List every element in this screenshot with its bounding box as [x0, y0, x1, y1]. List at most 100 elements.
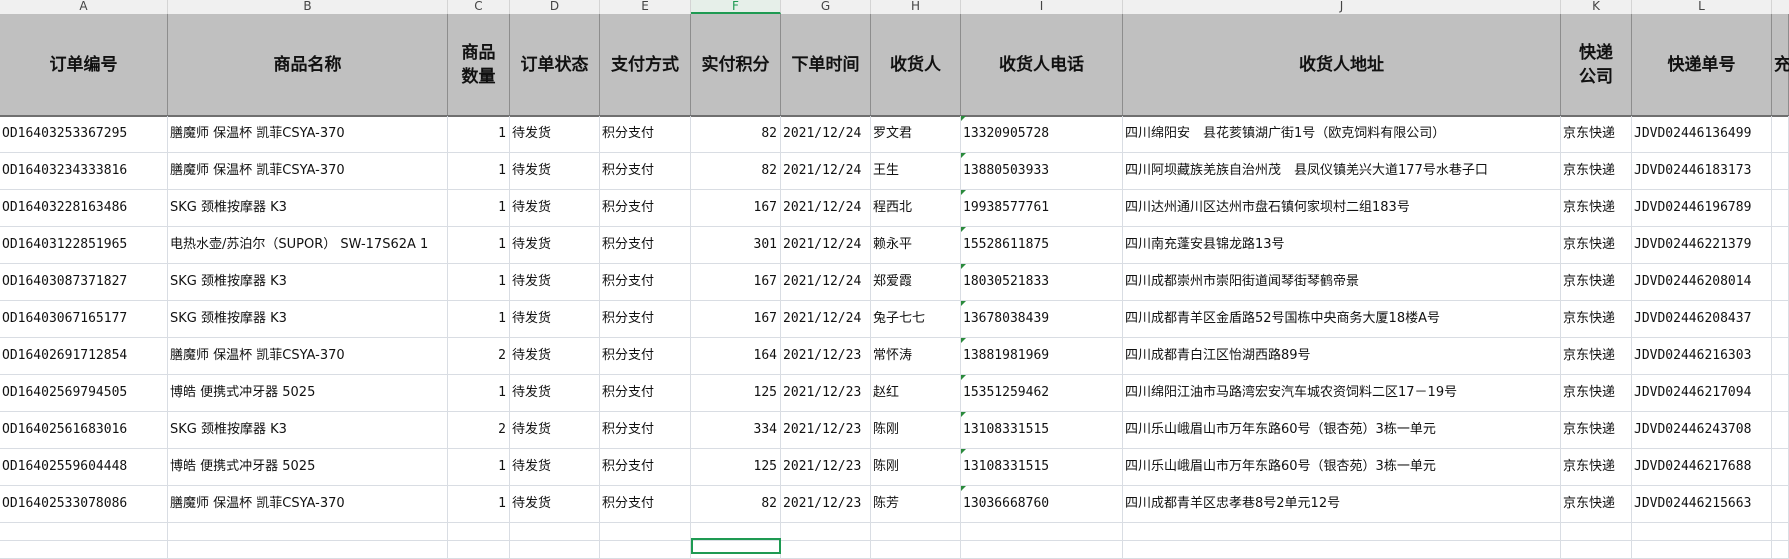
table-cell[interactable]: 博皓 便携式冲牙器 5025: [168, 375, 448, 411]
table-cell[interactable]: [1772, 486, 1789, 522]
table-cell[interactable]: 2021/12/24: [781, 153, 871, 189]
table-cell[interactable]: 京东快递: [1561, 301, 1632, 337]
table-cell[interactable]: [1772, 264, 1789, 300]
table-cell[interactable]: 301: [691, 227, 781, 263]
table-cell[interactable]: [1772, 227, 1789, 263]
table-cell[interactable]: 四川达州通川区达州市盘石镇何家坝村二组183号: [1123, 190, 1561, 226]
table-cell[interactable]: 四川成都崇州市崇阳街道闻琴街琴鹤帝景: [1123, 264, 1561, 300]
table-cell[interactable]: 程西北: [871, 190, 961, 226]
table-cell[interactable]: [1772, 190, 1789, 226]
table-cell[interactable]: [1772, 301, 1789, 337]
header-cell[interactable]: 订单编号: [0, 14, 168, 115]
table-cell[interactable]: 待发货: [510, 301, 600, 337]
table-cell[interactable]: 2021/12/24: [781, 301, 871, 337]
header-cell[interactable]: 快递公司: [1561, 14, 1632, 115]
empty-cell[interactable]: [168, 523, 448, 541]
header-cell[interactable]: 收货人: [871, 14, 961, 115]
table-cell[interactable]: 京东快递: [1561, 486, 1632, 522]
table-cell[interactable]: OD16402533078086: [0, 486, 168, 522]
table-cell[interactable]: 京东快递: [1561, 412, 1632, 448]
column-header-f[interactable]: F: [691, 0, 781, 14]
table-cell[interactable]: 积分支付: [600, 449, 691, 485]
table-cell[interactable]: JDVD02446243708: [1632, 412, 1772, 448]
table-cell[interactable]: OD16402561683016: [0, 412, 168, 448]
column-header-c[interactable]: C: [448, 0, 510, 14]
empty-cell[interactable]: [961, 523, 1123, 541]
table-cell[interactable]: 167: [691, 301, 781, 337]
table-cell[interactable]: 积分支付: [600, 264, 691, 300]
table-cell[interactable]: 四川成都青羊区金盾路52号国栋中央商务大厦18楼A号: [1123, 301, 1561, 337]
table-cell[interactable]: 膳魔师 保温杯 凯菲CSYA-370: [168, 153, 448, 189]
table-cell[interactable]: 积分支付: [600, 412, 691, 448]
table-cell[interactable]: OD16402559604448: [0, 449, 168, 485]
table-cell[interactable]: OD16403234333816: [0, 153, 168, 189]
table-cell[interactable]: [1772, 153, 1789, 189]
table-cell[interactable]: SKG 颈椎按摩器 K3: [168, 190, 448, 226]
table-cell[interactable]: 待发货: [510, 264, 600, 300]
table-cell[interactable]: 2021/12/23: [781, 486, 871, 522]
table-cell[interactable]: 13108331515: [961, 412, 1123, 448]
table-cell[interactable]: 陈芳: [871, 486, 961, 522]
table-cell[interactable]: JDVD02446216303: [1632, 338, 1772, 374]
table-cell[interactable]: 2021/12/23: [781, 375, 871, 411]
table-cell[interactable]: 1: [448, 227, 510, 263]
empty-cell[interactable]: [600, 541, 691, 559]
table-cell[interactable]: 18030521833: [961, 264, 1123, 300]
column-header-b[interactable]: B: [168, 0, 448, 14]
column-header-e[interactable]: E: [600, 0, 691, 14]
table-cell[interactable]: 2021/12/23: [781, 412, 871, 448]
table-cell[interactable]: 赵红: [871, 375, 961, 411]
table-cell[interactable]: 1: [448, 301, 510, 337]
header-cell[interactable]: 订单状态: [510, 14, 600, 115]
table-cell[interactable]: 四川绵阳安 县花荄镇湖广街1号（欧克饲料有限公司）: [1123, 116, 1561, 152]
column-header-j[interactable]: J: [1123, 0, 1561, 14]
table-cell[interactable]: 积分支付: [600, 338, 691, 374]
header-cell[interactable]: 实付积分: [691, 14, 781, 115]
table-cell[interactable]: 13678038439: [961, 301, 1123, 337]
table-cell[interactable]: 陈刚: [871, 412, 961, 448]
table-cell[interactable]: [1772, 338, 1789, 374]
table-cell[interactable]: 13320905728: [961, 116, 1123, 152]
table-cell[interactable]: 2021/12/24: [781, 116, 871, 152]
table-cell[interactable]: OD16403087371827: [0, 264, 168, 300]
table-cell[interactable]: 1: [448, 486, 510, 522]
empty-cell[interactable]: [168, 541, 448, 559]
table-cell[interactable]: 待发货: [510, 338, 600, 374]
header-cell[interactable]: 收货人地址: [1123, 14, 1561, 115]
table-cell[interactable]: 王生: [871, 153, 961, 189]
table-cell[interactable]: 四川绵阳江油市马路湾宏安汽车城农资饲料二区17－19号: [1123, 375, 1561, 411]
table-cell[interactable]: SKG 颈椎按摩器 K3: [168, 264, 448, 300]
table-cell[interactable]: JDVD02446221379: [1632, 227, 1772, 263]
table-cell[interactable]: 兔子七七: [871, 301, 961, 337]
table-cell[interactable]: 164: [691, 338, 781, 374]
table-cell[interactable]: 膳魔师 保温杯 凯菲CSYA-370: [168, 338, 448, 374]
empty-cell[interactable]: [448, 541, 510, 559]
column-header-k[interactable]: K: [1561, 0, 1632, 14]
table-cell[interactable]: 京东快递: [1561, 375, 1632, 411]
table-cell[interactable]: JDVD02446215663: [1632, 486, 1772, 522]
table-cell[interactable]: 82: [691, 116, 781, 152]
empty-cell[interactable]: [1123, 541, 1561, 559]
table-cell[interactable]: JDVD02446183173: [1632, 153, 1772, 189]
table-cell[interactable]: 四川乐山峨眉山市万年东路60号（银杏苑）3栋一单元: [1123, 449, 1561, 485]
table-cell[interactable]: OD16403067165177: [0, 301, 168, 337]
header-cell[interactable]: 商品名称: [168, 14, 448, 115]
table-cell[interactable]: 陈刚: [871, 449, 961, 485]
table-cell[interactable]: 13036668760: [961, 486, 1123, 522]
table-cell[interactable]: 待发货: [510, 190, 600, 226]
empty-cell[interactable]: [1772, 523, 1789, 541]
empty-cell[interactable]: [510, 523, 600, 541]
table-cell[interactable]: JDVD02446208437: [1632, 301, 1772, 337]
table-cell[interactable]: 京东快递: [1561, 449, 1632, 485]
table-cell[interactable]: 待发货: [510, 227, 600, 263]
table-cell[interactable]: 2021/12/24: [781, 264, 871, 300]
table-cell[interactable]: [1772, 449, 1789, 485]
table-cell[interactable]: 积分支付: [600, 486, 691, 522]
table-cell[interactable]: 四川南充蓬安县锦龙路13号: [1123, 227, 1561, 263]
table-cell[interactable]: 四川阿坝藏族羌族自治州茂 县凤仪镇羌兴大道177号水巷子口: [1123, 153, 1561, 189]
empty-cell[interactable]: [510, 541, 600, 559]
empty-cell[interactable]: [1632, 523, 1772, 541]
column-header-i[interactable]: I: [961, 0, 1123, 14]
empty-cell[interactable]: [961, 541, 1123, 559]
column-header-d[interactable]: D: [510, 0, 600, 14]
